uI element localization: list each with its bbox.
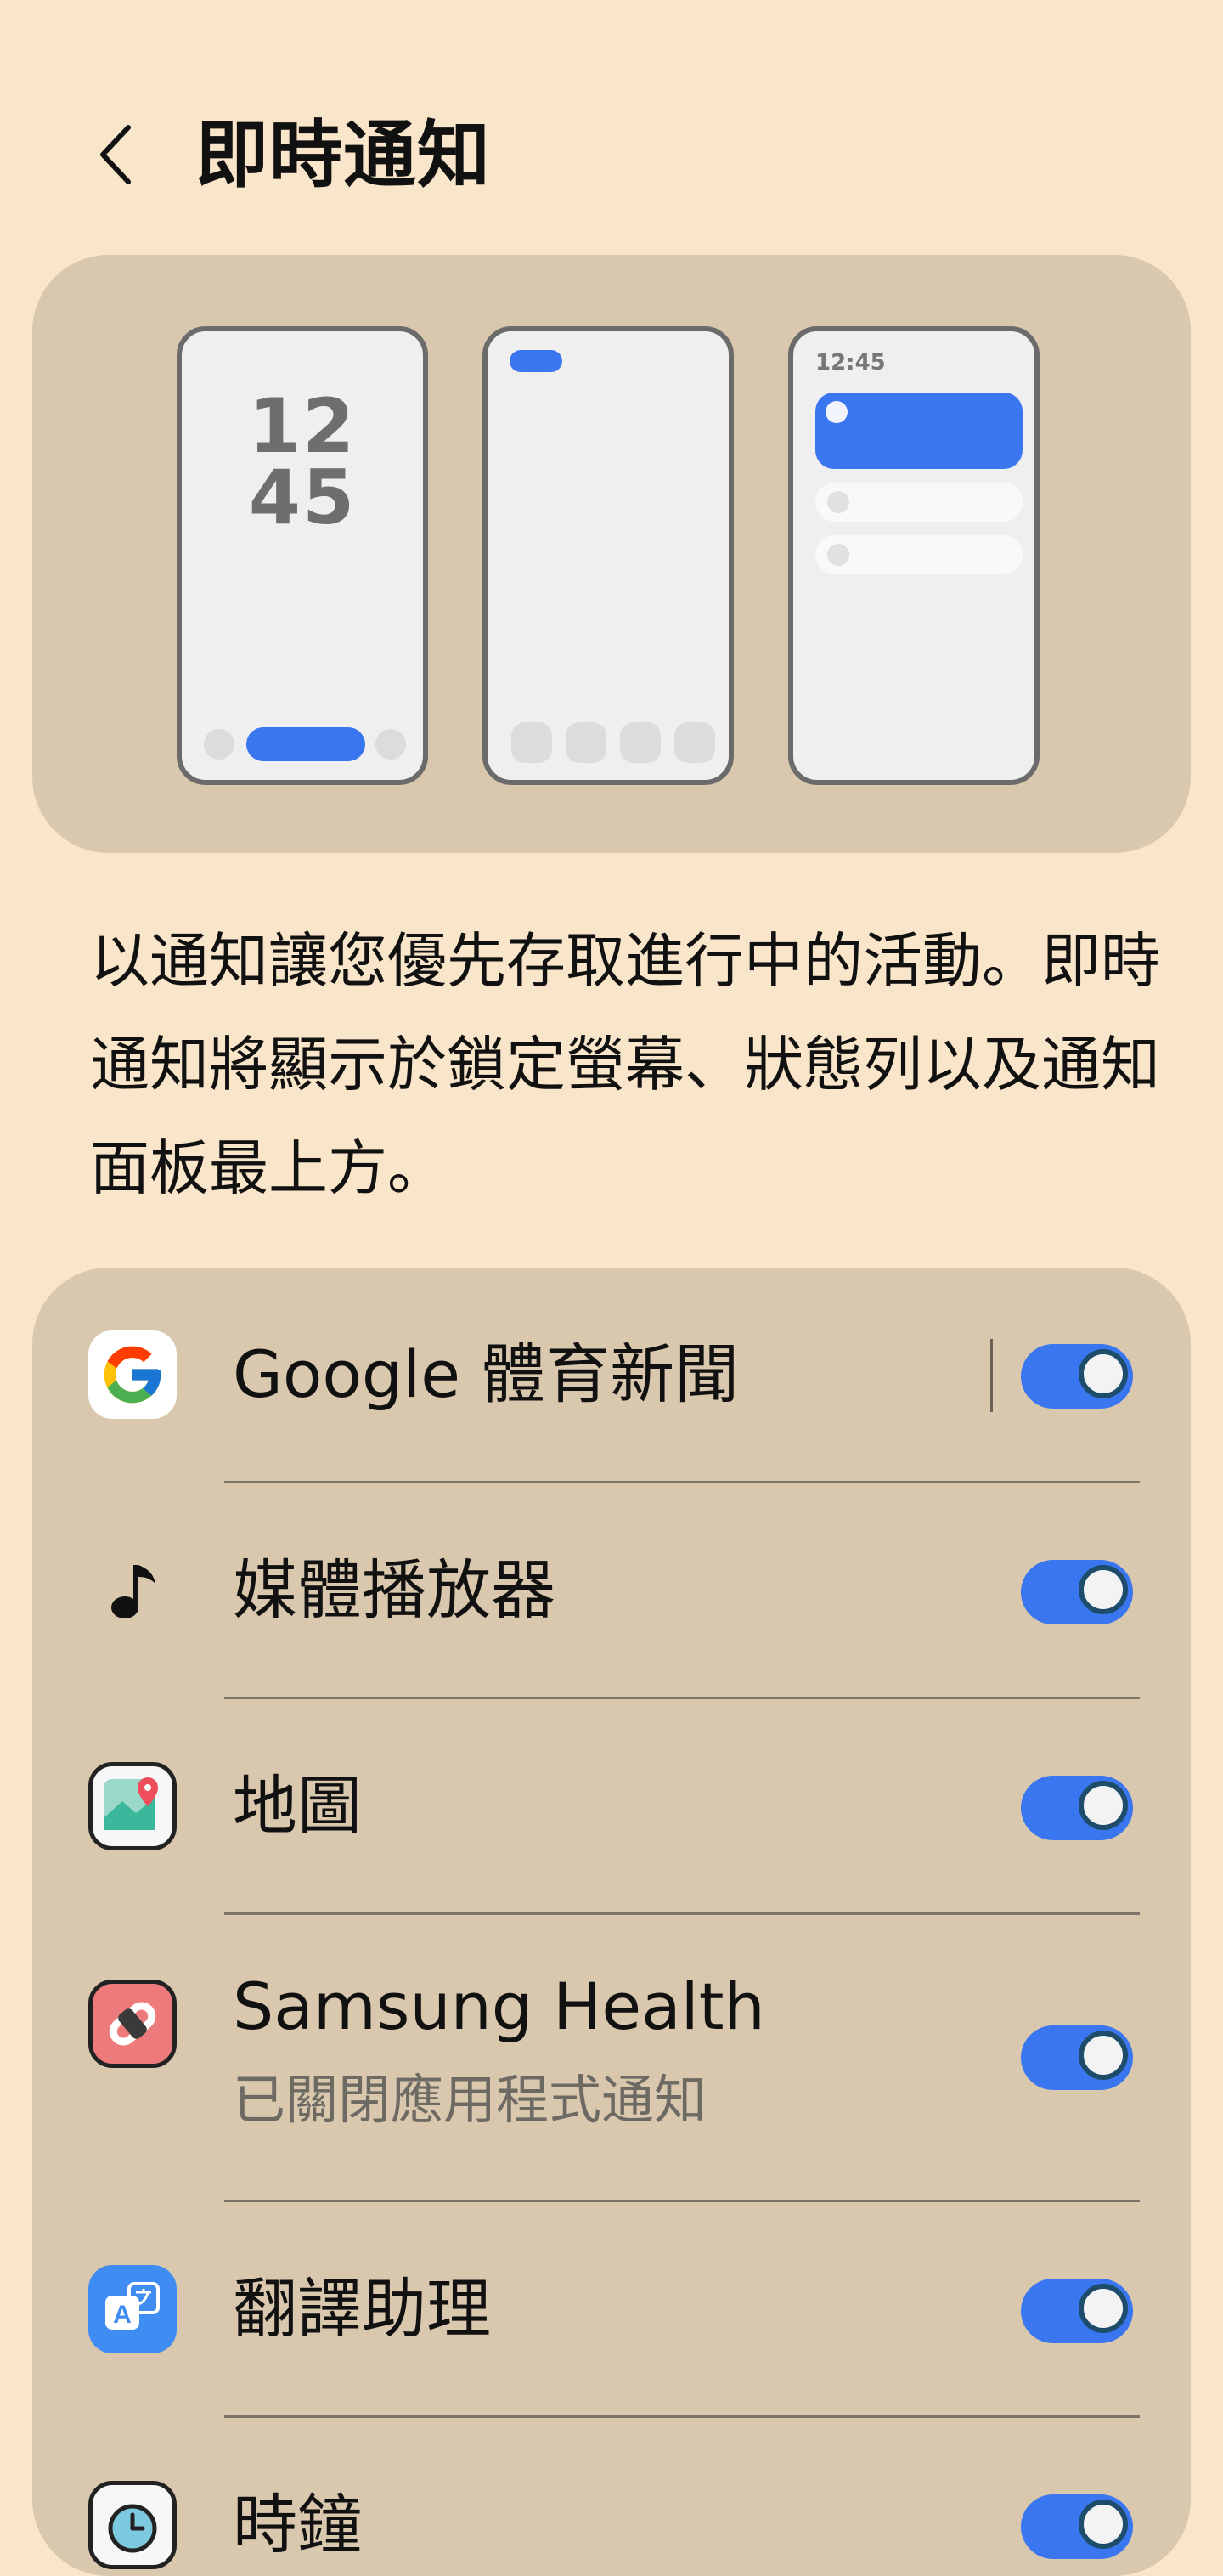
notification-row: [815, 483, 1023, 522]
app-name: Samsung Health: [233, 1969, 765, 2044]
samsung-health-icon: [88, 1980, 177, 2068]
dock-app: [566, 722, 606, 763]
maps-toggle[interactable]: [1021, 1776, 1133, 1840]
dock-dot: [375, 729, 406, 760]
app-name: 地圖: [233, 1768, 362, 1844]
list-item-google-sports-news[interactable]: Google 體育新聞: [32, 1268, 1191, 1483]
clock-toggle[interactable]: [1021, 2494, 1133, 2559]
lockscreen-phone-illustration: 12 45: [177, 326, 428, 785]
list-item-maps[interactable]: 地圖: [32, 1699, 1191, 1915]
media-player-toggle[interactable]: [1021, 1560, 1133, 1624]
live-notification-pill: [246, 727, 365, 761]
list-item-samsung-health[interactable]: Samsung Health 已關閉應用程式通知: [32, 1915, 1191, 2202]
live-notification-card: [815, 393, 1023, 469]
status-bar-chip: [510, 350, 562, 372]
panel-status-time: 12:45: [815, 350, 886, 376]
app-name: 時鐘: [233, 2487, 362, 2562]
chevron-left-icon: [100, 125, 131, 184]
app-name: 媒體播放器: [233, 1552, 555, 1628]
dock-dot: [204, 729, 234, 760]
back-button[interactable]: [82, 112, 149, 197]
google-sports-news-toggle[interactable]: [1021, 1344, 1133, 1409]
translate-icon: A: [88, 2265, 177, 2353]
translate-assistant-toggle[interactable]: [1021, 2279, 1133, 2343]
header: 即時通知: [0, 0, 1223, 255]
notification-row: [815, 535, 1023, 574]
illustration-card: 12 45 12:45: [32, 255, 1191, 853]
notification-dot: [826, 401, 848, 423]
list-item-translate-assistant[interactable]: A 翻譯助理: [32, 2202, 1191, 2418]
app-status: 已關閉應用程式通知: [233, 2069, 707, 2131]
app-name: 翻譯助理: [233, 2271, 491, 2347]
app-list: Google 體育新聞 媒體播放器 地圖 Samsung Health 已關閉應…: [32, 1268, 1191, 2576]
list-item-media-player[interactable]: 媒體播放器: [32, 1483, 1191, 1699]
statusbar-phone-illustration: [482, 326, 734, 785]
dock-app: [674, 722, 715, 763]
samsung-health-toggle[interactable]: [1021, 2025, 1133, 2090]
app-name: Google 體育新聞: [233, 1336, 740, 1412]
maps-icon: [88, 1762, 177, 1850]
lockscreen-clock: 12 45: [248, 382, 357, 541]
google-icon: [88, 1330, 177, 1419]
music-note-icon: [88, 1546, 177, 1635]
dock-app: [620, 722, 661, 763]
divider-vertical: [990, 1339, 993, 1412]
description-text: 以通知讓您優先存取進行中的活動。即時通知將顯示於鎖定螢幕、狀態列以及通知面板最上…: [90, 926, 1160, 1203]
dock-app: [511, 722, 552, 763]
clock-icon: [88, 2481, 177, 2569]
panel-phone-illustration: 12:45: [788, 326, 1040, 785]
list-item-clock[interactable]: 時鐘: [32, 2418, 1191, 2576]
page-title: 即時通知: [195, 113, 491, 198]
